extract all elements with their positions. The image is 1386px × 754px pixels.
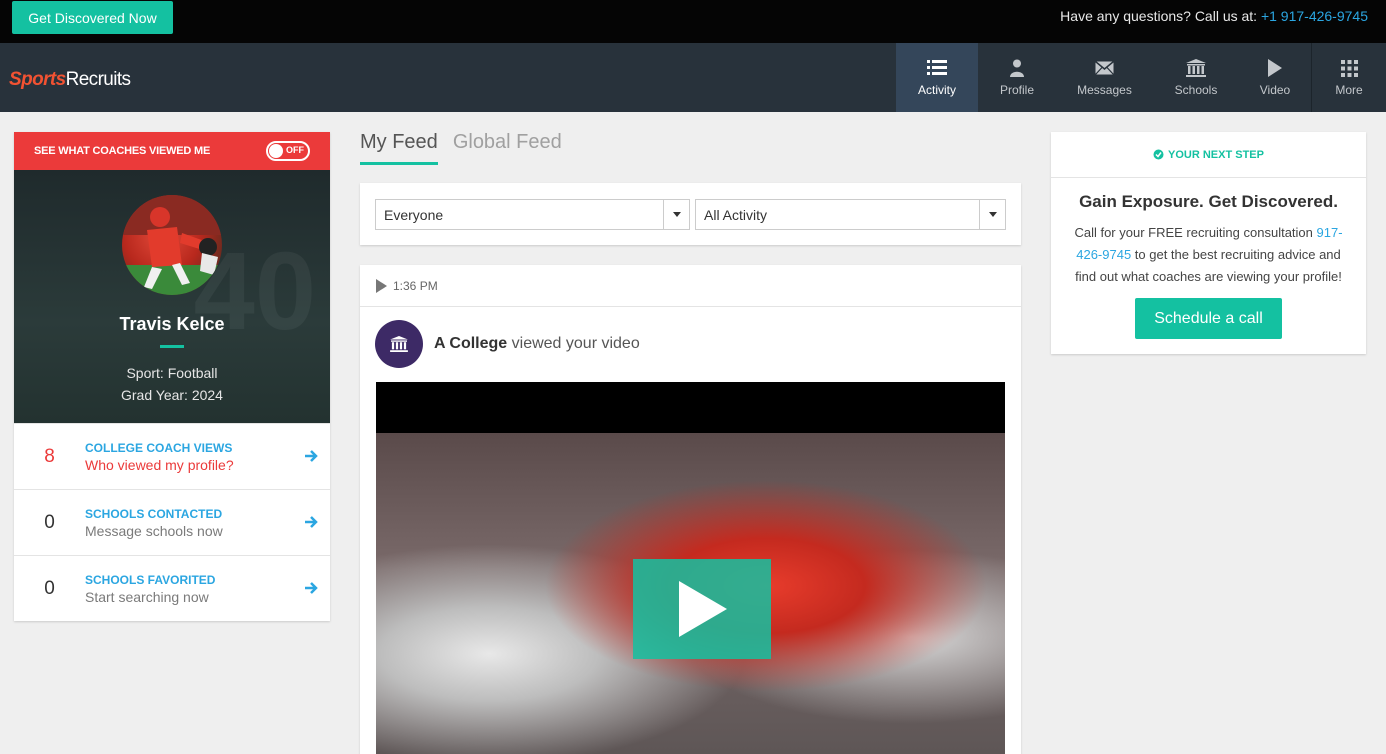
coach-views-banner: SEE WHAT COACHES VIEWED ME OFF [14, 132, 330, 170]
profile-header: 40 Travis Kelce Sport: Football Grad Yea… [14, 170, 330, 423]
coach-views-banner-label: SEE WHAT COACHES VIEWED ME [34, 145, 211, 157]
play-icon [679, 581, 727, 637]
next-step-title: Gain Exposure. Get Discovered. [1079, 192, 1338, 211]
stat-text: COLLEGE COACH VIEWS Who viewed my profil… [85, 441, 234, 473]
questions-label: Have any questions? Call us at: [1060, 8, 1261, 24]
next-step-description: Call for your FREE recruiting consultati… [1051, 212, 1366, 288]
feed-item-action: viewed your video [507, 335, 640, 352]
next-step-label: YOUR NEXT STEP [1168, 148, 1264, 161]
top-bar: Get Discovered Now Have any questions? C… [0, 0, 1386, 43]
list-icon [927, 58, 947, 78]
activity-select[interactable]: All Activity [695, 199, 1006, 230]
person-icon [1010, 58, 1024, 78]
name-divider [160, 345, 184, 348]
schools-contacted-count: 0 [44, 511, 55, 533]
coach-views-toggle[interactable]: OFF [266, 141, 310, 161]
nav-more-label: More [1335, 83, 1363, 97]
grad-year-label: Grad Year: 2024 [121, 387, 223, 403]
nav-more[interactable]: More [1312, 43, 1386, 112]
profile-card: SEE WHAT COACHES VIEWED ME OFF 40 Travis… [14, 132, 330, 621]
stat-title: COLLEGE COACH VIEWS [85, 440, 233, 455]
athlete-info: Sport: Football Grad Year: 2024 [14, 362, 330, 406]
stat-text: SCHOOLS CONTACTED Message schools now [85, 507, 223, 539]
arrow-right-icon [305, 582, 318, 594]
grid-icon [1340, 58, 1358, 78]
sport-label: Sport: Football [126, 365, 218, 381]
nav-profile[interactable]: Profile [978, 43, 1056, 112]
athlete-name: Travis Kelce [119, 314, 225, 334]
college-badge [375, 320, 423, 368]
audience-select-value: Everyone [384, 206, 444, 223]
activity-select-value: All Activity [704, 206, 768, 223]
nav-activity[interactable]: Activity [896, 43, 978, 112]
nav-activity-label: Activity [917, 83, 956, 97]
contact-info: Have any questions? Call us at: +1 917-4… [1060, 8, 1368, 24]
nav-video[interactable]: Video [1239, 43, 1311, 112]
schools-favorited-count: 0 [44, 577, 55, 599]
toggle-state: OFF [286, 145, 304, 155]
video-player[interactable] [376, 382, 1005, 754]
stat-row-schools-favorited[interactable]: 0 SCHOOLS FAVORITED Start searching now [14, 555, 330, 621]
stat-title: SCHOOLS FAVORITED [85, 572, 216, 587]
nav-schools-label: Schools [1174, 83, 1218, 97]
check-circle-icon [1153, 149, 1164, 160]
nav-messages-label: Messages [1077, 83, 1132, 97]
call-text-before: Call for your FREE recruiting consultati… [1074, 225, 1317, 240]
tab-global-feed[interactable]: Global Feed [453, 131, 562, 165]
nav-profile-label: Profile [999, 83, 1034, 97]
play-icon [1268, 58, 1282, 78]
next-step-header: YOUR NEXT STEP [1051, 132, 1366, 178]
phone-link[interactable]: +1 917-426-9745 [1261, 8, 1368, 24]
nav-messages[interactable]: Messages [1056, 43, 1153, 112]
stat-title: SCHOOLS CONTACTED [85, 506, 223, 521]
stat-row-coach-views[interactable]: 8 COLLEGE COACH VIEWS Who viewed my prof… [14, 423, 330, 489]
coach-views-count: 8 [44, 445, 55, 467]
envelope-icon [1095, 58, 1114, 78]
bank-icon [1186, 58, 1206, 78]
chevron-down-icon [663, 200, 689, 229]
audience-select[interactable]: Everyone [375, 199, 690, 230]
video-play-button[interactable] [633, 559, 771, 659]
tab-my-feed[interactable]: My Feed [360, 131, 438, 165]
get-discovered-button[interactable]: Get Discovered Now [12, 1, 173, 34]
toggle-knob [269, 144, 283, 158]
chevron-down-icon [979, 200, 1005, 229]
nav-video-label: Video [1259, 83, 1291, 97]
feed-filters: Everyone All Activity [360, 183, 1021, 245]
sportsrecruits-logo[interactable]: SportsRecruits [9, 69, 131, 91]
next-step-card: YOUR NEXT STEP Gain Exposure. Get Discov… [1051, 132, 1366, 354]
nav-schools[interactable]: Schools [1153, 43, 1239, 112]
stat-subtitle: Message schools now [85, 522, 223, 539]
stat-subtitle: Start searching now [85, 588, 209, 605]
arrow-right-icon [305, 516, 318, 528]
avatar[interactable] [122, 195, 222, 295]
feed-tabs: My Feed Global Feed [360, 131, 577, 165]
arrow-right-icon [305, 450, 318, 462]
stat-row-schools-contacted[interactable]: 0 SCHOOLS CONTACTED Message schools now [14, 489, 330, 555]
feed-item-time: 1:36 PM [393, 278, 438, 293]
play-icon [376, 278, 387, 293]
feed-item-text: A College viewed your video [434, 335, 640, 353]
feed-item-activity: A College viewed your video [375, 320, 640, 368]
bank-icon [390, 336, 408, 352]
feed-item-header: 1:36 PM [360, 265, 1021, 307]
main-nav: SportsRecruits Activity Profile Messages… [0, 43, 1386, 112]
schedule-call-button[interactable]: Schedule a call [1135, 298, 1282, 339]
stat-subtitle: Who viewed my profile? [85, 456, 234, 473]
feed-item-actor[interactable]: A College [434, 335, 507, 352]
stat-text: SCHOOLS FAVORITED Start searching now [85, 573, 215, 605]
nav-items: Activity Profile Messages Schools Video [896, 43, 1386, 112]
feed-item-card: 1:36 PM A College viewed your video [360, 265, 1021, 754]
